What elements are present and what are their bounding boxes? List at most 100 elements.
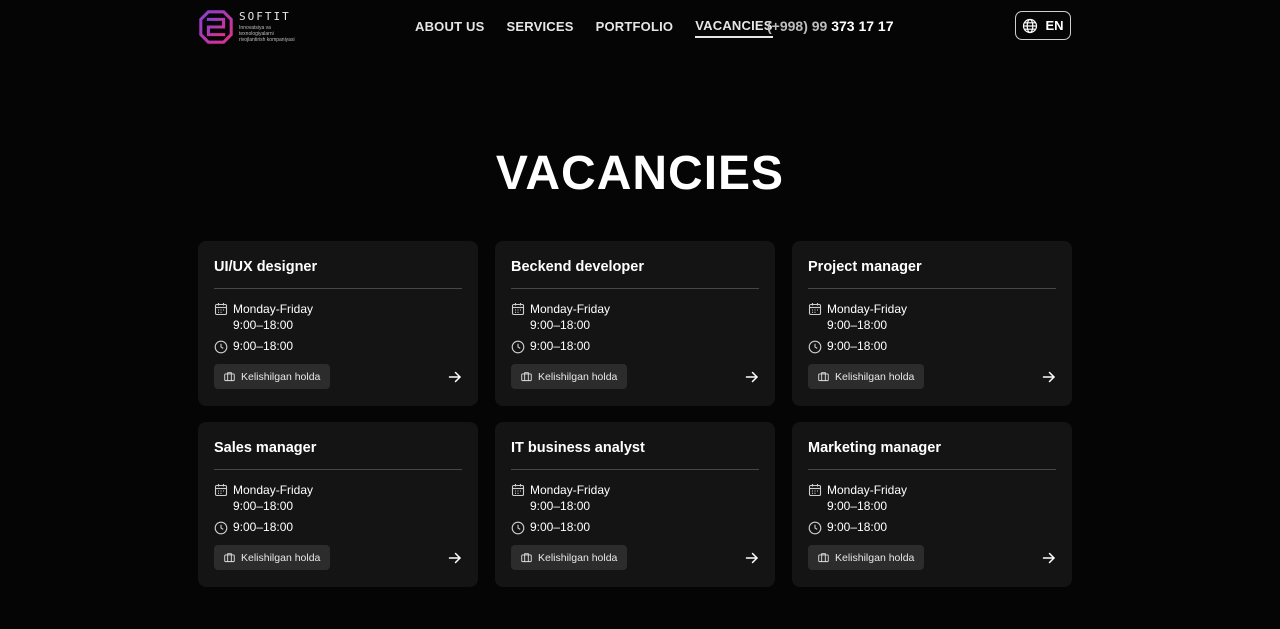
language-label: EN <box>1045 18 1064 33</box>
divider <box>511 288 759 289</box>
arrow-right-icon[interactable] <box>1042 370 1056 384</box>
work-hours-text: 9:00–18:00 <box>530 499 591 513</box>
work-days-text: Monday-Friday <box>827 302 908 316</box>
vacancy-card[interactable]: Marketing manager Monday-Friday 9:00–18:… <box>792 422 1072 587</box>
clock-icon <box>511 340 525 354</box>
work-time: 9:00–18:00 <box>808 520 887 535</box>
work-hours-text: 9:00–18:00 <box>233 499 294 513</box>
salary-badge: Kelishilgan holda <box>808 545 925 570</box>
work-days-text: Monday-Friday <box>233 483 314 497</box>
globe-icon <box>1023 18 1038 33</box>
work-hours-text: 9:00–18:00 <box>530 318 591 332</box>
work-days-text: Monday-Friday <box>530 302 611 316</box>
vacancy-title: Marketing manager <box>808 440 941 456</box>
vacancy-card[interactable]: IT business analyst Monday-Friday 9:00–1… <box>495 422 775 587</box>
vacancy-title: IT business analyst <box>511 440 645 456</box>
logo-tagline: Innovatsiya va texnologiyalarni rivojlan… <box>239 25 295 43</box>
work-days: Monday-Friday 9:00–18:00 <box>808 301 907 333</box>
vacancy-title: Project manager <box>808 259 922 275</box>
work-time: 9:00–18:00 <box>511 339 590 354</box>
calendar-icon <box>214 303 228 316</box>
arrow-right-icon[interactable] <box>1042 551 1056 565</box>
clock-icon <box>214 521 228 535</box>
divider <box>808 288 1056 289</box>
arrow-right-icon[interactable] <box>448 370 462 384</box>
calendar-icon <box>214 484 228 497</box>
salary-text: Kelishilgan holda <box>538 551 618 564</box>
work-time: 9:00–18:00 <box>214 520 293 535</box>
salary-text: Kelishilgan holda <box>241 551 321 564</box>
main-nav: ABOUT US SERVICES PORTFOLIO VACANCIES <box>415 18 795 38</box>
work-days: Monday-Friday 9:00–18:00 <box>808 482 907 514</box>
calendar-icon <box>808 303 822 316</box>
work-time-text: 9:00–18:00 <box>827 520 888 534</box>
softit-logo-icon <box>199 10 233 44</box>
work-days: Monday-Friday 9:00–18:00 <box>511 301 610 333</box>
vacancy-card[interactable]: Project manager Monday-Friday 9:00–18:00… <box>792 241 1072 406</box>
clock-icon <box>214 340 228 354</box>
salary-badge: Kelishilgan holda <box>214 545 331 570</box>
salary-badge: Kelishilgan holda <box>808 364 925 389</box>
calendar-icon <box>808 484 822 497</box>
work-time: 9:00–18:00 <box>808 339 887 354</box>
briefcase-icon <box>521 553 532 563</box>
work-days-text: Monday-Friday <box>530 483 611 497</box>
work-time-text: 9:00–18:00 <box>827 339 888 353</box>
vacancy-card[interactable]: Beckend developer Monday-Friday 9:00–18:… <box>495 241 775 406</box>
vacancy-title: Beckend developer <box>511 259 644 275</box>
work-days: Monday-Friday 9:00–18:00 <box>214 482 313 514</box>
language-switcher[interactable]: EN <box>1015 11 1071 40</box>
work-hours-text: 9:00–18:00 <box>827 499 888 513</box>
briefcase-icon <box>224 553 235 563</box>
logo[interactable]: SOFTIT Innovatsiya va texnologiyalarni r… <box>197 8 301 46</box>
vacancy-card[interactable]: UI/UX designer Monday-Friday 9:00–18:00 … <box>198 241 478 406</box>
nav-about-us[interactable]: ABOUT US <box>415 19 485 37</box>
arrow-right-icon[interactable] <box>745 551 759 565</box>
calendar-icon <box>511 303 525 316</box>
work-time-text: 9:00–18:00 <box>530 339 591 353</box>
phone-prefix: (+998) 99 <box>767 18 832 34</box>
work-days-text: Monday-Friday <box>827 483 908 497</box>
briefcase-icon <box>224 372 235 382</box>
work-days: Monday-Friday 9:00–18:00 <box>214 301 313 333</box>
vacancy-title: Sales manager <box>214 440 317 456</box>
arrow-right-icon[interactable] <box>745 370 759 384</box>
divider <box>511 469 759 470</box>
briefcase-icon <box>818 372 829 382</box>
salary-badge: Kelishilgan holda <box>214 364 331 389</box>
work-time: 9:00–18:00 <box>511 520 590 535</box>
work-time-text: 9:00–18:00 <box>233 339 294 353</box>
briefcase-icon <box>521 372 532 382</box>
phone-number[interactable]: (+998) 99 373 17 17 <box>767 18 894 34</box>
logo-name: SOFTIT <box>239 10 291 23</box>
nav-services[interactable]: SERVICES <box>507 19 574 37</box>
salary-badge: Kelishilgan holda <box>511 545 628 570</box>
work-days: Monday-Friday 9:00–18:00 <box>511 482 610 514</box>
work-hours-text: 9:00–18:00 <box>233 318 294 332</box>
vacancy-title: UI/UX designer <box>214 259 318 275</box>
vacancy-card[interactable]: Sales manager Monday-Friday 9:00–18:00 9… <box>198 422 478 587</box>
work-days-text: Monday-Friday <box>233 302 314 316</box>
salary-text: Kelishilgan holda <box>538 370 618 383</box>
site-header: SOFTIT Innovatsiya va texnologiyalarni r… <box>0 0 1280 54</box>
nav-vacancies[interactable]: VACANCIES <box>695 18 773 38</box>
arrow-right-icon[interactable] <box>448 551 462 565</box>
work-time-text: 9:00–18:00 <box>530 520 591 534</box>
page-title: VACANCIES <box>495 147 785 200</box>
salary-text: Kelishilgan holda <box>835 551 915 564</box>
briefcase-icon <box>818 553 829 563</box>
salary-text: Kelishilgan holda <box>241 370 321 383</box>
salary-badge: Kelishilgan holda <box>511 364 628 389</box>
work-hours-text: 9:00–18:00 <box>827 318 888 332</box>
phone-main: 373 17 17 <box>831 18 894 34</box>
divider <box>214 469 462 470</box>
work-time-text: 9:00–18:00 <box>233 520 294 534</box>
salary-text: Kelishilgan holda <box>835 370 915 383</box>
divider <box>808 469 1056 470</box>
work-time: 9:00–18:00 <box>214 339 293 354</box>
divider <box>214 288 462 289</box>
clock-icon <box>511 521 525 535</box>
clock-icon <box>808 521 822 535</box>
clock-icon <box>808 340 822 354</box>
nav-portfolio[interactable]: PORTFOLIO <box>596 19 674 37</box>
